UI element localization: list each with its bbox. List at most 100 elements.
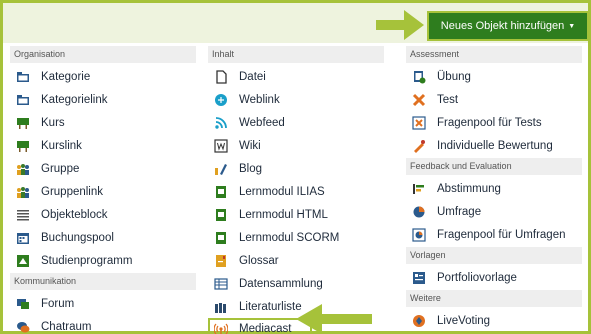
add-new-object-button[interactable]: Neues Objekt hinzufügen ▼ bbox=[427, 11, 589, 41]
menu-item-uebung[interactable]: Übung bbox=[406, 65, 582, 88]
glossary-icon bbox=[214, 254, 228, 268]
test-icon bbox=[412, 93, 426, 107]
menu-item-label: Lernmodul ILIAS bbox=[239, 185, 325, 198]
menu-item-label: Umfrage bbox=[437, 205, 482, 218]
portfolio-template-icon bbox=[412, 271, 426, 285]
menu-item-label: Lernmodul HTML bbox=[239, 208, 328, 221]
menu-item-livevoting[interactable]: LiveVoting bbox=[406, 309, 582, 332]
menu-item-gruppenlink[interactable]: Gruppenlink bbox=[10, 180, 196, 203]
menu-item-kurslink[interactable]: Kurslink bbox=[10, 134, 196, 157]
menu-item-label: Portfoliovorlage bbox=[437, 271, 517, 284]
menu-item-label: Studienprogramm bbox=[41, 254, 133, 267]
menu-item-label: LiveVoting bbox=[437, 314, 491, 327]
menu-item-label: Kurslink bbox=[41, 139, 82, 152]
question-pool-icon bbox=[412, 115, 426, 130]
chat-icon bbox=[16, 320, 30, 334]
menu-item-label: Weblink bbox=[239, 93, 280, 106]
weblink-icon bbox=[214, 93, 228, 107]
course-link-icon bbox=[16, 139, 30, 153]
group-link-icon bbox=[16, 185, 30, 199]
survey-pool-icon bbox=[412, 227, 426, 242]
menu-item-label: Datensammlung bbox=[239, 277, 323, 290]
menu-item-fragenpool-fuer-umfragen[interactable]: Fragenpool für Umfragen bbox=[406, 223, 582, 246]
survey-icon bbox=[412, 205, 426, 219]
menu-item-datensammlung[interactable]: Datensammlung bbox=[208, 272, 384, 295]
menu-item-portfoliovorlage[interactable]: Portfoliovorlage bbox=[406, 266, 582, 289]
group-header-weitere: Weitere bbox=[406, 290, 582, 307]
menu-item-buchungspool[interactable]: Buchungspool bbox=[10, 226, 196, 249]
menu-item-webfeed[interactable]: Webfeed bbox=[208, 111, 384, 134]
calendar-icon bbox=[16, 231, 30, 245]
menu-item-gruppe[interactable]: Gruppe bbox=[10, 157, 196, 180]
menu-item-label: Übung bbox=[437, 70, 471, 83]
menu-item-individuelle-bewertung[interactable]: Individuelle Bewertung bbox=[406, 134, 582, 157]
menu-item-kategorie[interactable]: Kategorie bbox=[10, 65, 196, 88]
menu-item-label: Forum bbox=[41, 297, 75, 310]
menu-column-1: Organisation Kategorie Kategorielink Kurs Ku… bbox=[10, 46, 196, 334]
menu-item-blog[interactable]: Blog bbox=[208, 157, 384, 180]
highlight-arrow-icon bbox=[376, 10, 424, 40]
group-header-organisation: Organisation bbox=[10, 46, 196, 63]
learning-module-html-icon bbox=[214, 208, 228, 222]
item-group-icon bbox=[16, 208, 30, 222]
menu-item-label: Buchungspool bbox=[41, 231, 114, 244]
exercise-icon bbox=[412, 70, 426, 84]
menu-item-label: Datei bbox=[239, 70, 266, 83]
menu-item-lernmodul-html[interactable]: Lernmodul HTML bbox=[208, 203, 384, 226]
file-icon bbox=[214, 69, 228, 84]
group-header-inhalt: Inhalt bbox=[208, 46, 384, 63]
menu-item-literaturliste[interactable]: Literaturliste bbox=[208, 295, 384, 318]
menu-column-2: Inhalt Datei Weblink Webfeed Wiki Blog Lernmod… bbox=[208, 46, 384, 334]
menu-item-label: Test bbox=[437, 93, 459, 106]
folder-icon bbox=[16, 70, 30, 84]
group-header-vorlagen: Vorlagen bbox=[406, 247, 582, 264]
add-new-object-label: Neues Objekt hinzufügen bbox=[440, 20, 565, 32]
menu-item-test[interactable]: Test bbox=[406, 88, 582, 111]
poll-icon bbox=[412, 182, 426, 196]
menu-item-label: Gruppe bbox=[41, 162, 80, 175]
menu-item-label: Fragenpool für Tests bbox=[437, 116, 542, 129]
menu-item-lernmodul-scorm[interactable]: Lernmodul SCORM bbox=[208, 226, 384, 249]
menu-item-label: Gruppenlink bbox=[41, 185, 104, 198]
menu-item-wiki[interactable]: Wiki bbox=[208, 134, 384, 157]
menu-item-chatraum[interactable]: Chatraum bbox=[10, 315, 196, 334]
menu-item-datei[interactable]: Datei bbox=[208, 65, 384, 88]
group-header-feedback-und-evaluation: Feedback und Evaluation bbox=[406, 158, 582, 175]
menu-item-mediacast[interactable]: Mediacast bbox=[208, 318, 312, 334]
blog-icon bbox=[214, 162, 228, 176]
learning-module-scorm-icon bbox=[214, 231, 228, 245]
folder-link-icon bbox=[16, 93, 30, 107]
menu-item-label: Kurs bbox=[41, 116, 65, 129]
menu-item-label: Literaturliste bbox=[239, 300, 302, 313]
menu-item-label: Abstimmung bbox=[437, 182, 501, 195]
menu-item-fragenpool-fuer-tests[interactable]: Fragenpool für Tests bbox=[406, 111, 582, 134]
menu-item-label: Objekteblock bbox=[41, 208, 108, 221]
toolbar: Neues Objekt hinzufügen ▼ bbox=[3, 3, 589, 43]
menu-item-kurs[interactable]: Kurs bbox=[10, 111, 196, 134]
menu-item-studienprogramm[interactable]: Studienprogramm bbox=[10, 249, 196, 272]
learning-module-icon bbox=[214, 185, 228, 199]
menu-item-abstimmung[interactable]: Abstimmung bbox=[406, 177, 582, 200]
menu-item-umfrage[interactable]: Umfrage bbox=[406, 200, 582, 223]
menu-item-label: Mediacast bbox=[239, 323, 292, 334]
data-collection-icon bbox=[214, 277, 228, 291]
menu-item-label: Wiki bbox=[239, 139, 261, 152]
course-icon bbox=[16, 116, 30, 130]
menu-item-kategorielink[interactable]: Kategorielink bbox=[10, 88, 196, 111]
menu-item-weblink[interactable]: Weblink bbox=[208, 88, 384, 111]
individual-assessment-icon bbox=[412, 139, 426, 153]
menu-item-objekteblock[interactable]: Objekteblock bbox=[10, 203, 196, 226]
menu-item-label: Chatraum bbox=[41, 320, 92, 333]
wiki-icon bbox=[214, 138, 228, 153]
menu-item-label: Individuelle Bewertung bbox=[437, 139, 553, 152]
menu-item-glossar[interactable]: Glossar bbox=[208, 249, 384, 272]
menu-column-3: Assessment Übung Test Fragenpool für Tests I… bbox=[406, 46, 582, 332]
rss-icon bbox=[214, 116, 228, 130]
menu-item-label: Kategorielink bbox=[41, 93, 108, 106]
menu-item-forum[interactable]: Forum bbox=[10, 292, 196, 315]
study-programme-icon bbox=[16, 254, 30, 268]
mediacast-icon bbox=[214, 322, 228, 334]
livevoting-icon bbox=[412, 314, 426, 328]
menu-item-lernmodul-ilias[interactable]: Lernmodul ILIAS bbox=[208, 180, 384, 203]
group-icon bbox=[16, 162, 30, 176]
